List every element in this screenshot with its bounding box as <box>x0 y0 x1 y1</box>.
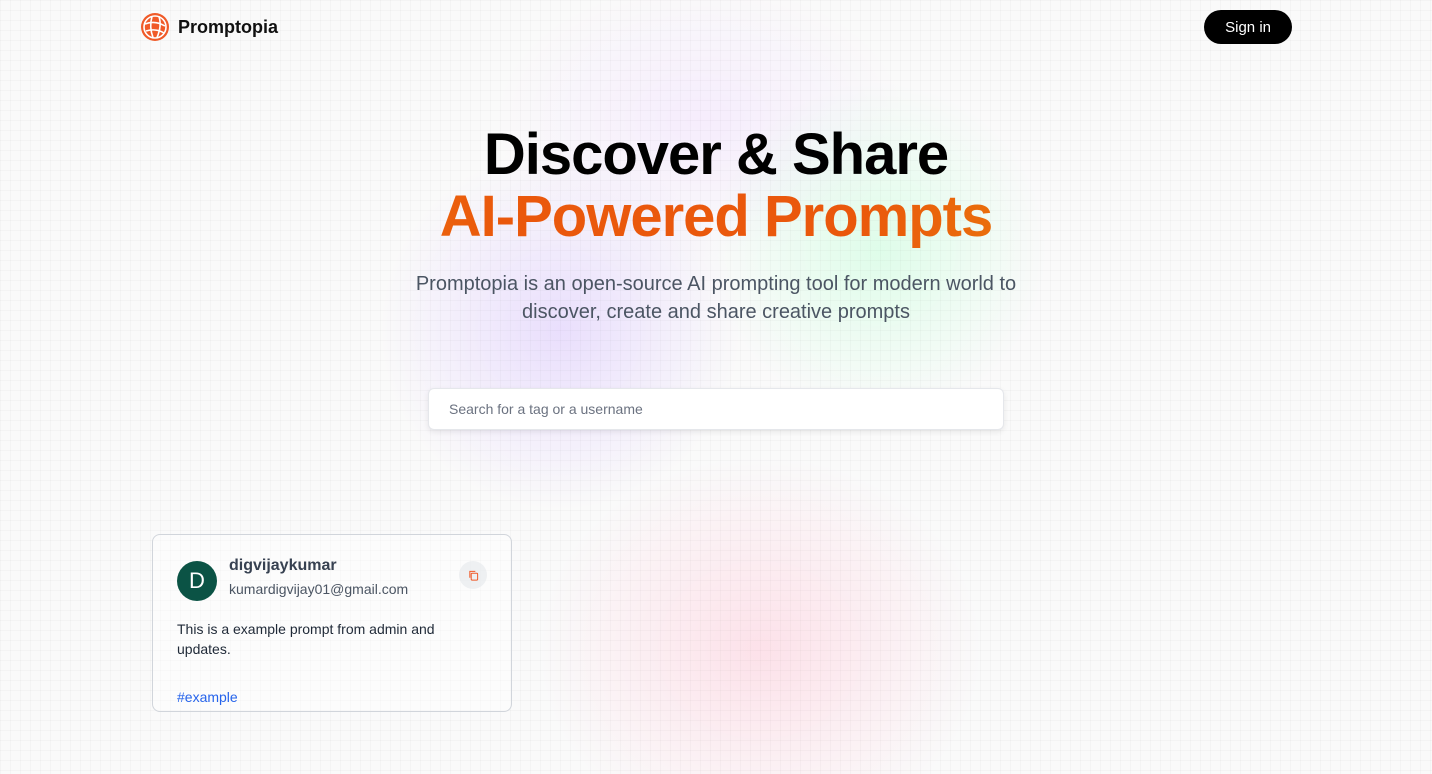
prompt-card: D digvijaykumar kumardigvijay01@gmail.co… <box>152 534 512 712</box>
search-input[interactable] <box>428 388 1004 430</box>
prompt-tag[interactable]: #example <box>177 689 238 705</box>
prompt-text: This is a example prompt from admin and … <box>177 621 435 657</box>
avatar: D <box>177 561 217 601</box>
brand-name: Promptopia <box>178 16 279 37</box>
hero-title-line1: Discover & Share <box>483 122 949 187</box>
copy-button[interactable] <box>459 561 487 589</box>
prompt-author[interactable]: D digvijaykumar kumardigvijay01@gmail.co… <box>177 557 409 601</box>
author-username: digvijaykumar <box>229 556 337 574</box>
search-form <box>428 388 1004 430</box>
brand-link[interactable]: Promptopia <box>140 12 278 42</box>
hero-title-line2: AI-Powered Prompts <box>0 186 1432 248</box>
copy-icon <box>468 570 478 581</box>
hero: Discover & Share AI-Powered Prompts Prom… <box>0 124 1432 326</box>
hero-subtitle: Promptopia is an open-source AI promptin… <box>415 273 1017 323</box>
prompt-card-header: D digvijaykumar kumardigvijay01@gmail.co… <box>177 557 487 601</box>
navbar: Promptopia Sign in <box>140 10 1292 44</box>
author-email: kumardigvijay01@gmail.com <box>229 580 409 597</box>
page: Promptopia Sign in Discover & Share AI-P… <box>0 0 1432 774</box>
logo-icon <box>141 13 169 41</box>
author-meta: digvijaykumar kumardigvijay01@gmail.com <box>229 557 409 599</box>
sign-in-button[interactable]: Sign in <box>1204 10 1292 44</box>
